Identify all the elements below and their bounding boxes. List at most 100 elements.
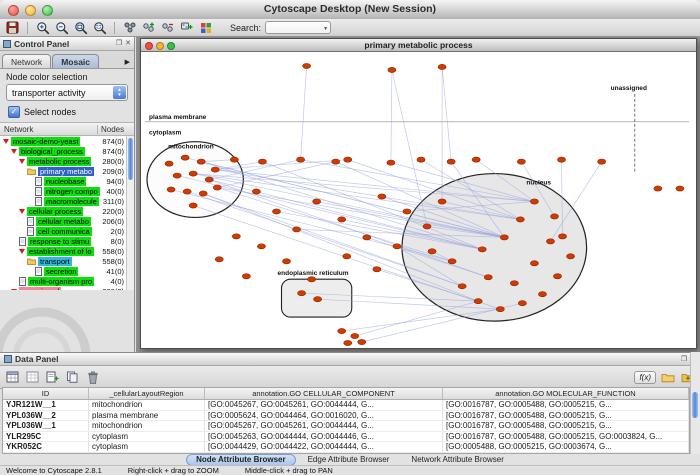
save-session-button[interactable] xyxy=(4,20,21,36)
network-node[interactable] xyxy=(344,340,352,345)
tree-scrollbar-thumb[interactable] xyxy=(128,138,133,180)
network-node[interactable] xyxy=(338,217,346,222)
table-cell[interactable]: [GO:0016787, GO:0005488, GO:0005215, G..… xyxy=(443,411,689,421)
network-node[interactable] xyxy=(559,234,567,239)
network-node[interactable] xyxy=(530,199,538,204)
network-edge[interactable] xyxy=(442,67,451,162)
tab-scroll-right-icon[interactable]: ▶ xyxy=(123,58,132,68)
network-node[interactable] xyxy=(538,292,546,297)
network-node[interactable] xyxy=(438,64,446,69)
zoom-window-icon[interactable] xyxy=(42,5,53,16)
tree-row[interactable]: primary metabo209(0) xyxy=(0,166,134,176)
tab-network-attribute-browser[interactable]: Network Attribute Browser xyxy=(401,454,513,466)
table-cell[interactable]: mitochondrion xyxy=(89,421,205,431)
network-edge[interactable] xyxy=(301,66,307,160)
window-titlebar[interactable]: Cytoscape Desktop (New Session) xyxy=(0,0,700,20)
table-cell[interactable]: [GO:0045263, GO:0044444, GO:0044446, G..… xyxy=(205,432,443,442)
network-node[interactable] xyxy=(496,307,504,312)
table-column-header[interactable]: annotation.GO CELLULAR_COMPONENT xyxy=(205,388,443,399)
tree-row[interactable]: biological_process874(0) xyxy=(0,146,134,156)
network-node[interactable] xyxy=(183,189,191,194)
network-node[interactable] xyxy=(232,234,240,239)
table-cell[interactable]: YPL036W__1 xyxy=(3,421,89,431)
network-node[interactable] xyxy=(378,194,386,199)
tree-row[interactable]: cellular metabo206(0) xyxy=(0,216,134,226)
table-cell[interactable]: YLR295C xyxy=(3,432,89,442)
expand-triangle-icon[interactable] xyxy=(11,149,17,154)
network-node[interactable] xyxy=(189,203,197,208)
network-node[interactable] xyxy=(458,284,466,289)
network-node[interactable] xyxy=(403,209,411,214)
network-node[interactable] xyxy=(423,224,431,229)
table-cell[interactable]: [GO:0016787, GO:0005488, GO:0005215, G..… xyxy=(443,400,689,410)
unselect-attributes-button[interactable] xyxy=(24,369,41,385)
network-node[interactable] xyxy=(500,235,508,240)
delete-attribute-button[interactable] xyxy=(84,369,101,385)
expand-triangle-icon[interactable] xyxy=(19,159,25,164)
table-cell[interactable]: [GO:0045267, GO:0045261, GO:0044444, G..… xyxy=(205,400,443,410)
network-node[interactable] xyxy=(654,186,662,191)
tree-row[interactable]: response to stimu8(0) xyxy=(0,236,134,246)
network-node[interactable] xyxy=(510,281,518,286)
data-panel-header[interactable]: Data Panel ❐ ✕ xyxy=(0,353,700,366)
select-nodes-checkbox[interactable]: ✓ xyxy=(8,106,20,118)
network-edge[interactable] xyxy=(391,70,392,163)
table-cell[interactable]: YKR052C xyxy=(3,442,89,452)
network-node[interactable] xyxy=(293,227,301,232)
network-node[interactable] xyxy=(518,301,526,306)
new-attribute-button[interactable] xyxy=(44,369,61,385)
table-cell[interactable]: [GO:0005488, GO:0005215, GO:0003674, G..… xyxy=(443,442,689,452)
network-node[interactable] xyxy=(298,291,306,296)
network-node[interactable] xyxy=(387,160,395,165)
network-node[interactable] xyxy=(438,199,446,204)
close-network-icon[interactable] xyxy=(145,42,153,50)
group-nodes-button[interactable] xyxy=(140,20,157,36)
network-node[interactable] xyxy=(363,235,371,240)
network-node[interactable] xyxy=(230,157,238,162)
network-node[interactable] xyxy=(272,209,280,214)
search-config-button[interactable] xyxy=(197,20,214,36)
network-graph[interactable]: plasma membranecytoplasmmitochondrionnuc… xyxy=(141,52,696,348)
table-cell[interactable]: [GO:0044429, GO:0044422, GO:0044444, G..… xyxy=(205,442,443,452)
network-node[interactable] xyxy=(474,299,482,304)
table-cell[interactable]: plasma membrane xyxy=(89,411,205,421)
network-node[interactable] xyxy=(393,244,401,249)
nested-network-button[interactable] xyxy=(178,20,195,36)
zoom-selected-region-button[interactable] xyxy=(72,20,89,36)
tree-row[interactable]: multi-organism pro4(0) xyxy=(0,276,134,286)
table-scrollbar-thumb[interactable] xyxy=(692,392,698,418)
table-cell[interactable]: [GO:0005624, GO:0044464, GO:0016020, G..… xyxy=(205,411,443,421)
tab-edge-attribute-browser[interactable]: Edge Attribute Browser xyxy=(298,454,400,466)
network-node[interactable] xyxy=(484,275,492,280)
network-node[interactable] xyxy=(428,249,436,254)
table-scrollbar[interactable] xyxy=(690,352,700,454)
network-node[interactable] xyxy=(283,259,291,264)
network-node[interactable] xyxy=(308,277,316,282)
network-node[interactable] xyxy=(197,159,205,164)
network-node[interactable] xyxy=(553,274,561,279)
minimize-window-icon[interactable] xyxy=(25,5,36,16)
tree-row[interactable]: secretion41(0) xyxy=(0,266,134,276)
network-node[interactable] xyxy=(173,173,181,178)
search-input[interactable] xyxy=(266,22,330,33)
table-cell[interactable]: mitochondrion xyxy=(89,400,205,410)
table-cell[interactable]: YJR121W__1 xyxy=(3,400,89,410)
tree-column-nodes[interactable]: Nodes xyxy=(98,125,134,134)
table-column-header[interactable]: annotation.GO MOLECULAR_FUNCTION xyxy=(443,388,689,399)
copy-attribute-button[interactable] xyxy=(64,369,81,385)
zoom-in-button[interactable] xyxy=(34,20,51,36)
table-cell[interactable]: [GO:0045267, GO:0045261, GO:0044444, G..… xyxy=(205,421,443,431)
network-node[interactable] xyxy=(181,155,189,160)
table-column-header[interactable]: ID xyxy=(3,388,89,399)
network-window-titlebar[interactable]: primary metabolic process xyxy=(141,39,696,52)
network-node[interactable] xyxy=(343,254,351,259)
tree-column-network[interactable]: Network xyxy=(0,125,98,134)
network-canvas[interactable]: plasma membranecytoplasmmitochondrionnuc… xyxy=(141,52,696,348)
expand-triangle-icon[interactable] xyxy=(19,249,25,254)
network-node[interactable] xyxy=(676,186,684,191)
table-row[interactable]: YPL036W__2plasma membrane[GO:0005624, GO… xyxy=(3,411,689,422)
network-node[interactable] xyxy=(242,274,250,279)
network-node[interactable] xyxy=(417,157,425,162)
table-cell[interactable]: [GO:0016787, GO:0005488, GO:0005215, G..… xyxy=(443,421,689,431)
expand-triangle-icon[interactable] xyxy=(19,209,25,214)
